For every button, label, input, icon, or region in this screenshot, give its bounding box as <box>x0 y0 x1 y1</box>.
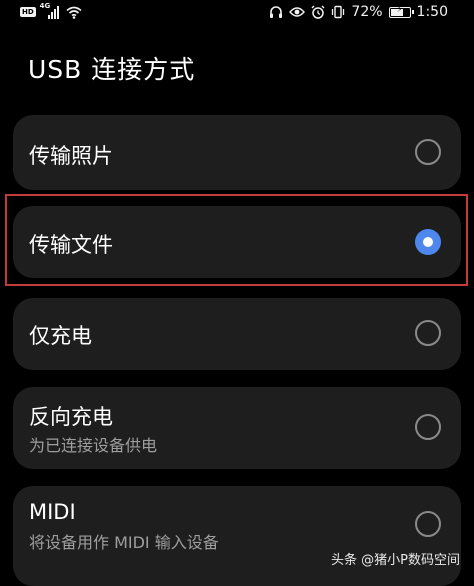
watermark: 头条 @猪小P数码空间 <box>331 553 460 568</box>
hd-badge: HD <box>20 7 36 17</box>
signal-icon: 4G <box>40 2 62 19</box>
option-reverse-charging[interactable]: 反向充电 为已连接设备供电 <box>13 387 461 469</box>
page-title: USB 连接方式 <box>28 55 196 84</box>
option-sublabel: 将设备用作 MIDI 输入设备 <box>29 533 219 552</box>
option-sublabel: 为已连接设备供电 <box>29 436 158 455</box>
battery-icon: ⚡ <box>388 4 414 18</box>
alarm-icon <box>311 5 325 19</box>
vibrate-icon <box>332 5 345 19</box>
status-bar: HD 4G 72% ⚡ 1:50 <box>0 0 474 28</box>
option-label: 反向充电 <box>29 405 113 429</box>
option-radio[interactable] <box>415 320 441 346</box>
option-radio-selected[interactable] <box>415 229 441 255</box>
option-radio[interactable] <box>415 139 441 165</box>
headphones-icon <box>270 6 283 18</box>
option-label: 传输文件 <box>29 233 113 257</box>
option-radio[interactable] <box>415 511 441 537</box>
battery-percent: 72% <box>351 4 383 20</box>
eye-icon <box>289 7 306 17</box>
option-midi[interactable]: MIDI 将设备用作 MIDI 输入设备 <box>13 486 461 586</box>
option-transfer-files[interactable]: 传输文件 <box>13 206 461 278</box>
status-right: 72% ⚡ 1:50 <box>269 4 448 20</box>
charging-bolt-icon: ⚡ <box>396 4 403 15</box>
wifi-icon <box>66 6 82 19</box>
option-transfer-photos[interactable]: 传输照片 <box>13 115 461 190</box>
option-radio[interactable] <box>415 414 441 440</box>
clock: 1:50 <box>416 4 448 20</box>
status-left: HD 4G <box>20 2 82 19</box>
option-label: 仅充电 <box>29 324 92 348</box>
option-label: MIDI <box>29 500 76 524</box>
option-charge-only[interactable]: 仅充电 <box>13 298 461 370</box>
option-label: 传输照片 <box>29 144 113 168</box>
signal-bars <box>47 5 59 19</box>
